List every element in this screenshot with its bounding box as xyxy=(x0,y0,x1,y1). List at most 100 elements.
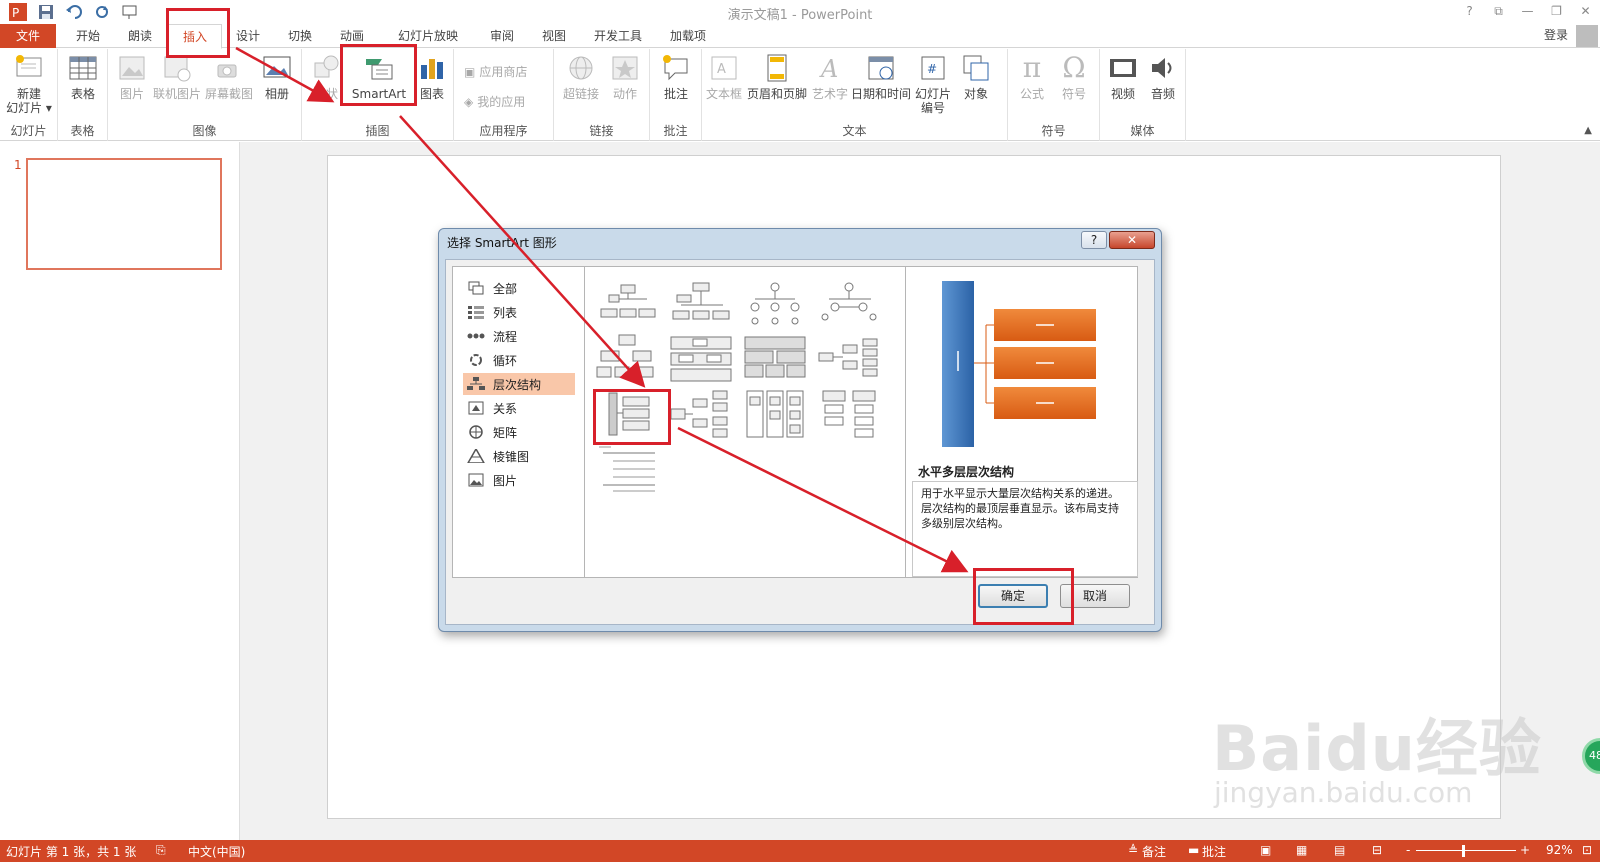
spelling-icon[interactable]: ⎘ xyxy=(156,843,166,858)
zoom-slider-track[interactable] xyxy=(1416,850,1516,851)
wordart-button[interactable]: A 艺术字 xyxy=(810,53,850,101)
group-label-illustrations: 插图 xyxy=(365,124,390,138)
slide-sorter-icon[interactable]: ▦ xyxy=(1296,843,1307,857)
svg-text:#: # xyxy=(927,62,937,76)
category-label: 图片 xyxy=(493,473,518,488)
avatar[interactable] xyxy=(1576,25,1598,47)
layout-hierarchy-list[interactable] xyxy=(815,387,883,441)
new-slide-button[interactable]: 新建 幻灯片 ▾ xyxy=(4,53,54,115)
category-pyramid[interactable]: 棱锥图 xyxy=(463,445,575,467)
screenshot-button[interactable]: 屏幕截图 xyxy=(204,53,254,101)
reading-view-icon[interactable]: ▤ xyxy=(1334,843,1345,857)
comment-button[interactable]: 批注 xyxy=(656,53,696,101)
online-picture-button[interactable]: 联机图片 xyxy=(152,53,202,101)
tab-developer[interactable]: 开发工具 xyxy=(580,24,656,48)
zoom-slider-thumb[interactable] xyxy=(1462,845,1465,857)
category-all[interactable]: 全部 xyxy=(463,277,575,299)
object-button[interactable]: 对象 xyxy=(956,53,996,101)
category-process[interactable]: 流程 xyxy=(463,325,575,347)
annotation-box-insert-tab xyxy=(166,8,230,58)
zoom-out-button[interactable]: - xyxy=(1406,843,1410,857)
zoom-in-button[interactable]: + xyxy=(1520,843,1530,857)
audio-label: 音频 xyxy=(1150,87,1175,101)
datetime-button[interactable]: 日期和时间 xyxy=(850,53,912,101)
tab-review[interactable]: 审阅 xyxy=(476,24,528,48)
audio-button[interactable]: 音频 xyxy=(1144,53,1182,101)
dialog-help-button[interactable]: ? xyxy=(1081,231,1107,249)
table-button[interactable]: 表格 xyxy=(64,53,102,101)
picture-button[interactable]: 图片 xyxy=(114,53,150,101)
minimize-button[interactable]: — xyxy=(1513,0,1542,22)
tab-file[interactable]: 文件 xyxy=(0,24,56,48)
picture-icon xyxy=(468,473,484,487)
shapes-icon xyxy=(311,53,341,83)
action-button[interactable]: 动作 xyxy=(606,53,644,101)
help-button[interactable]: ? xyxy=(1455,0,1484,22)
notes-button[interactable]: 备注 xyxy=(1142,843,1166,860)
layout-table-hierarchy[interactable] xyxy=(741,331,809,385)
group-tables: 表格 表格 xyxy=(58,49,108,141)
layout-architecture[interactable] xyxy=(741,387,809,441)
slide-number-label-2: 编号 xyxy=(920,101,945,115)
category-list-type[interactable]: 列表 xyxy=(463,301,575,323)
layout-horizontal-hierarchy[interactable] xyxy=(815,331,883,385)
layout-labeled-hierarchy[interactable] xyxy=(667,331,735,385)
chart-button[interactable]: 图表 xyxy=(414,53,450,101)
textbox-label: 文本框 xyxy=(705,87,742,101)
my-apps-button[interactable]: ◈ 我的应用 xyxy=(464,93,525,110)
close-button[interactable]: ✕ xyxy=(1571,0,1600,22)
group-symbols: π 公式 Ω 符号 符号 xyxy=(1008,49,1100,141)
comments-button[interactable]: 批注 xyxy=(1202,843,1226,860)
layout-half-circle-org-chart[interactable] xyxy=(741,277,809,331)
ribbon-display-options-button[interactable]: ⧉ xyxy=(1484,0,1513,22)
store-button[interactable]: ▣ 应用商店 xyxy=(464,63,527,80)
video-button[interactable]: 视频 xyxy=(1104,53,1142,101)
slide-number-button[interactable]: # 幻灯片 编号 xyxy=(912,53,954,115)
tab-view[interactable]: 视图 xyxy=(528,24,580,48)
fit-to-window-icon[interactable]: ⊡ xyxy=(1582,843,1592,857)
normal-view-icon[interactable]: ▣ xyxy=(1260,843,1271,857)
layout-circle-picture-hierarchy[interactable] xyxy=(815,277,883,331)
textbox-button[interactable]: A 文本框 xyxy=(704,53,744,101)
group-label-text: 文本 xyxy=(842,124,867,138)
tab-read[interactable]: 朗读 xyxy=(114,24,166,48)
collapse-ribbon-icon[interactable]: ▲ xyxy=(1584,125,1592,136)
category-picture[interactable]: 图片 xyxy=(463,469,575,491)
tab-transitions[interactable]: 切换 xyxy=(274,24,326,48)
layout-lined-list[interactable] xyxy=(593,443,661,497)
app-title: 演示文稿1 - PowerPoint xyxy=(727,8,873,23)
annotation-box-smartart xyxy=(340,44,417,106)
video-label: 视频 xyxy=(1110,87,1135,101)
thumbnail-number: 1 xyxy=(14,158,22,172)
zoom-level[interactable]: 92% xyxy=(1546,843,1573,857)
layout-org-chart[interactable] xyxy=(593,277,661,331)
chart-label: 图表 xyxy=(419,87,444,101)
sign-in-link[interactable]: 登录 xyxy=(1544,24,1568,46)
slideshow-icon[interactable]: ⊟ xyxy=(1372,843,1382,857)
header-footer-button[interactable]: 页眉和页脚 xyxy=(746,53,808,101)
pyramid-icon xyxy=(467,449,485,463)
header-footer-label: 页眉和页脚 xyxy=(746,87,807,101)
layout-name: 水平多层层次结构 xyxy=(918,465,1015,479)
tab-home[interactable]: 开始 xyxy=(62,24,114,48)
language[interactable]: 中文(中国) xyxy=(188,843,245,860)
object-icon xyxy=(961,53,991,83)
slide-thumbnail[interactable] xyxy=(26,158,222,270)
hyperlink-button[interactable]: 超链接 xyxy=(560,53,602,101)
list-icon xyxy=(468,306,484,319)
object-label: 对象 xyxy=(963,87,988,101)
symbol-button[interactable]: Ω 符号 xyxy=(1054,53,1094,102)
category-hierarchy[interactable]: 层次结构 xyxy=(463,373,575,395)
tab-addins[interactable]: 加载项 xyxy=(656,24,720,48)
layout-name-title-org-chart[interactable] xyxy=(667,277,735,331)
album-button[interactable]: 相册 xyxy=(258,53,296,101)
dialog-close-button[interactable]: ✕ xyxy=(1109,231,1155,249)
layout-hierarchy[interactable] xyxy=(593,331,661,385)
restore-button[interactable]: ❐ xyxy=(1542,0,1571,22)
category-matrix[interactable]: 矩阵 xyxy=(463,421,575,443)
equation-button[interactable]: π 公式 xyxy=(1012,53,1052,102)
category-relationship[interactable]: 关系 xyxy=(463,397,575,419)
layout-horizontal-org-chart[interactable] xyxy=(667,387,735,441)
matrix-icon xyxy=(469,425,483,439)
category-cycle[interactable]: 循环 xyxy=(463,349,575,371)
